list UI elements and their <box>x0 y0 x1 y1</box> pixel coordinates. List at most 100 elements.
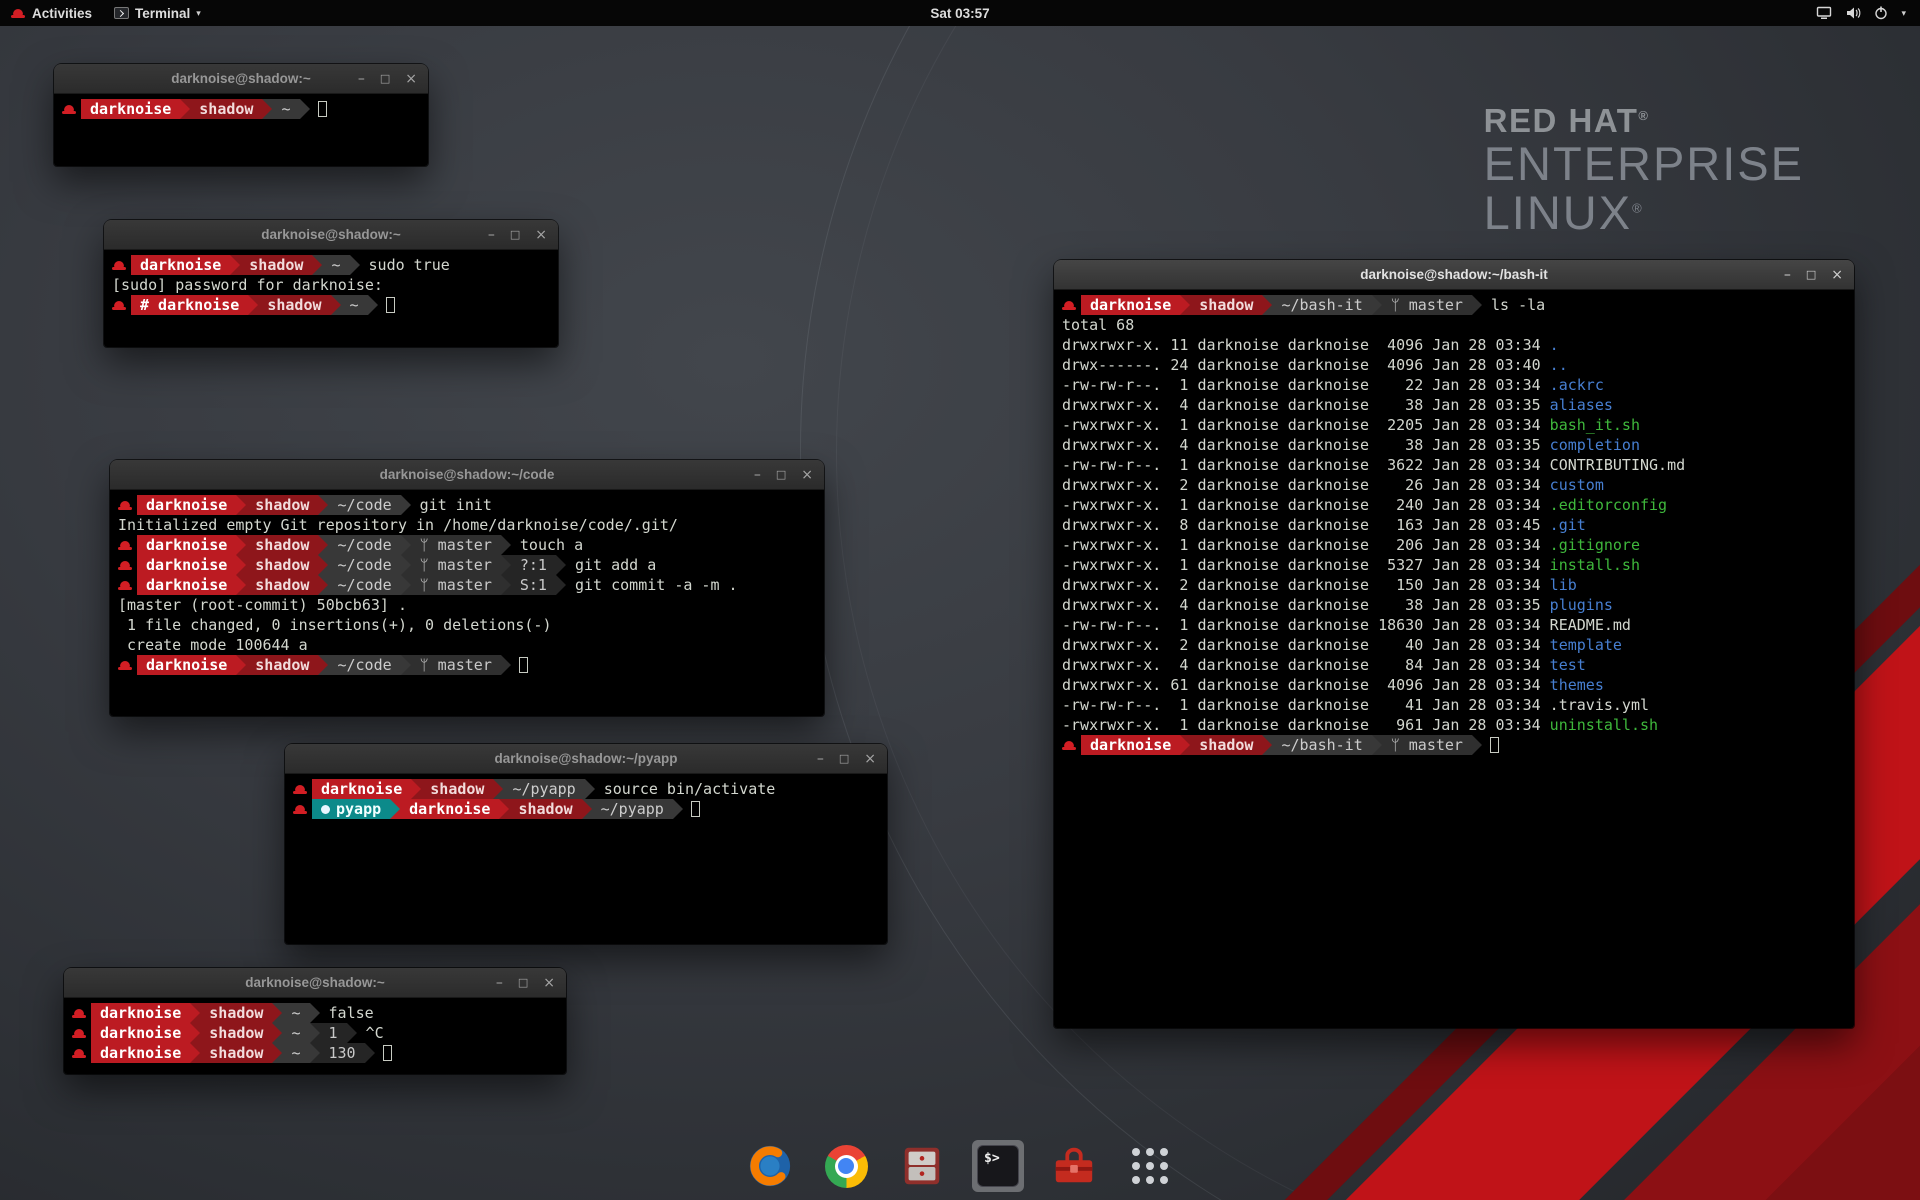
close-button[interactable]: × <box>801 460 813 490</box>
dock-item-firefox[interactable] <box>744 1140 796 1192</box>
powerline-separator <box>585 779 595 799</box>
prompt-segment-host: shadow <box>258 295 330 315</box>
dock-item-chrome[interactable] <box>820 1140 872 1192</box>
titlebar[interactable]: darknoise@shadow:~/code – □ × <box>110 460 824 490</box>
powerline-separator <box>501 535 511 555</box>
redhat-icon <box>72 1047 86 1060</box>
file-name: .gitignore <box>1550 535 1640 555</box>
terminal-line: [sudo] password for darknoise: <box>112 275 550 295</box>
dock-item-terminal[interactable]: $> <box>972 1140 1024 1192</box>
minimize-button[interactable]: – <box>1784 260 1791 290</box>
terminal-window-pyapp[interactable]: darknoise@shadow:~/pyapp – □ × darknoise… <box>285 744 887 944</box>
window-title: darknoise@shadow:~/bash-it <box>1054 267 1854 282</box>
dock-item-file-cabinet[interactable] <box>896 1140 948 1192</box>
close-button[interactable]: × <box>535 220 547 250</box>
close-button[interactable]: × <box>864 744 876 774</box>
terminal-line: drwxrwxr-x. 4 darknoise darknoise 38 Jan… <box>1062 435 1846 455</box>
terminal-line: darknoiseshadow~1 ^C <box>72 1023 558 1043</box>
prompt-segment-user: darknoise <box>400 799 499 819</box>
terminal-content[interactable]: darknoiseshadow~ <box>54 94 428 166</box>
system-menu[interactable]: ▾ <box>1816 0 1920 26</box>
minimize-button[interactable]: – <box>358 64 365 94</box>
powerline-separator <box>347 1023 357 1043</box>
top-bar: Activities Terminal ▾ Sat 03:57 ▾ <box>0 0 1920 26</box>
titlebar[interactable]: darknoise@shadow:~ – □ × <box>54 64 428 94</box>
ls-row-meta: -rwxrwxr-x. 1 darknoise darknoise 206 Ja… <box>1062 535 1550 555</box>
maximize-button[interactable]: □ <box>518 968 528 998</box>
titlebar[interactable]: darknoise@shadow:~/bash-it – □ × <box>1054 260 1854 290</box>
terminal-line: create mode 100644 a <box>118 635 816 655</box>
redhat-icon <box>118 579 132 592</box>
terminal-window-code[interactable]: darknoise@shadow:~/code – □ × darknoises… <box>110 460 824 716</box>
maximize-button[interactable]: □ <box>839 744 849 774</box>
powerline-separator <box>190 1003 200 1023</box>
titlebar[interactable]: darknoise@shadow:~ – □ × <box>64 968 566 998</box>
minimize-button[interactable]: – <box>754 460 761 490</box>
brand-enterprise: ENTERPRISE <box>1484 140 1804 189</box>
python-venv-icon <box>321 805 330 814</box>
terminal-line: drwxrwxr-x. 4 darknoise darknoise 84 Jan… <box>1062 655 1846 675</box>
close-button[interactable]: × <box>1831 260 1843 290</box>
redhat-icon <box>1062 299 1076 312</box>
terminal-content[interactable]: darknoiseshadow~/code git initInitialize… <box>110 490 824 716</box>
terminal-content[interactable]: darknoiseshadow~/pyapp source bin/activa… <box>285 774 887 944</box>
terminal-line: 1 file changed, 0 insertions(+), 0 delet… <box>118 615 816 635</box>
window-title: darknoise@shadow:~ <box>64 975 566 990</box>
close-button[interactable]: × <box>543 968 555 998</box>
dock-item-app-grid[interactable] <box>1124 1140 1176 1192</box>
maximize-button[interactable]: □ <box>1806 260 1816 290</box>
file-name: template <box>1550 635 1622 655</box>
powerline-separator <box>1472 735 1482 755</box>
powerline-separator <box>582 799 592 819</box>
terminal-line: darknoiseshadow~/codeᛘ master <box>118 655 816 675</box>
minimize-button[interactable]: – <box>817 744 824 774</box>
terminal-content[interactable]: darknoiseshadow~ sudo true[sudo] passwor… <box>104 250 558 347</box>
terminal-window-home-2[interactable]: darknoise@shadow:~ – □ × darknoiseshadow… <box>64 968 566 1074</box>
powerline-separator <box>401 535 411 555</box>
terminal-icon: $> <box>977 1145 1019 1187</box>
terminal-content[interactable]: darknoiseshadow~ falsedarknoiseshadow~1 … <box>64 998 566 1074</box>
clock[interactable]: Sat 03:57 <box>930 6 989 21</box>
terminal-line: darknoiseshadow~/bash-itᛘ master ls -la <box>1062 295 1846 315</box>
powerline-separator <box>236 575 246 595</box>
file-name: . <box>1550 335 1559 355</box>
powerline-separator <box>230 255 240 275</box>
terminal-window-bash-it[interactable]: darknoise@shadow:~/bash-it – □ × darknoi… <box>1054 260 1854 1028</box>
powerline-separator <box>401 575 411 595</box>
chevron-down-icon: ▾ <box>196 8 201 19</box>
maximize-button[interactable]: □ <box>510 220 520 250</box>
powerline-separator <box>331 295 341 315</box>
terminal-content[interactable]: darknoiseshadow~/bash-itᛘ master ls -la t… <box>1054 290 1854 1028</box>
titlebar[interactable]: darknoise@shadow:~ – □ × <box>104 220 558 250</box>
ls-row-meta: -rwxrwxr-x. 1 darknoise darknoise 961 Ja… <box>1062 715 1550 735</box>
terminal-text: git add a <box>566 555 656 575</box>
ls-row-meta: drwx------. 24 darknoise darknoise 4096 … <box>1062 355 1550 375</box>
activities-button[interactable]: Activities <box>0 0 103 26</box>
terminal-text: git init <box>411 495 492 515</box>
redhat-icon <box>118 499 132 512</box>
app-menu-terminal[interactable]: Terminal ▾ <box>103 0 212 26</box>
powerline-separator <box>318 655 328 675</box>
prompt-segment-user: darknoise <box>1081 735 1180 755</box>
file-name: bash_it.sh <box>1550 415 1640 435</box>
ls-row-meta: drwxrwxr-x. 4 darknoise darknoise 38 Jan… <box>1062 595 1550 615</box>
powerline-separator <box>236 535 246 555</box>
minimize-button[interactable]: – <box>496 968 503 998</box>
prompt-segment-path: ~ <box>341 295 368 315</box>
powerline-separator <box>501 655 511 675</box>
terminal-window-sudo[interactable]: darknoise@shadow:~ – □ × darknoiseshadow… <box>104 220 558 347</box>
close-button[interactable]: × <box>405 64 417 94</box>
file-name: completion <box>1550 435 1640 455</box>
terminal-line: -rw-rw-r--. 1 darknoise darknoise 41 Jan… <box>1062 695 1846 715</box>
ls-row-meta: -rw-rw-r--. 1 darknoise darknoise 3622 J… <box>1062 455 1550 475</box>
prompt-segment-user: darknoise <box>137 575 236 595</box>
titlebar[interactable]: darknoise@shadow:~/pyapp – □ × <box>285 744 887 774</box>
minimize-button[interactable]: – <box>488 220 495 250</box>
prompt-segment-git: ᛘ master <box>1382 735 1472 755</box>
terminal-window-home-1[interactable]: darknoise@shadow:~ – □ × darknoiseshadow… <box>54 64 428 166</box>
maximize-button[interactable]: □ <box>380 64 390 94</box>
maximize-button[interactable]: □ <box>776 460 786 490</box>
prompt-segment-code: 1 <box>320 1023 347 1043</box>
prompt-segment-user: darknoise <box>137 555 236 575</box>
dock-item-toolbox[interactable] <box>1048 1140 1100 1192</box>
